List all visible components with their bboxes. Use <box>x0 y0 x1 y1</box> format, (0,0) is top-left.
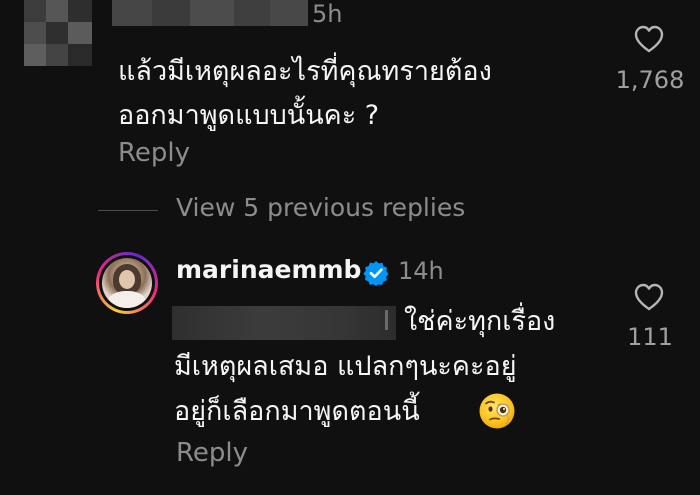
redacted-username[interactable] <box>112 0 308 26</box>
thread-divider-line <box>98 210 158 211</box>
reply-text-line-1: ใช่ค่ะทุกเรื่อง <box>404 306 556 337</box>
reply-username[interactable]: marinaemmb <box>176 255 361 284</box>
reply-text-line-2: มีเหตุผลเสมอ แปลกๆนะคะอยู่ <box>174 351 517 382</box>
face-with-monocle-emoji <box>478 392 516 430</box>
comment-like-count: 1,768 <box>615 66 685 94</box>
reply-like-count: 111 <box>627 323 673 351</box>
reply-avatar[interactable] <box>96 252 158 314</box>
comment-text-line-2: ออกมาพูดแบบนั้นคะ ? <box>118 100 380 131</box>
profile-photo <box>102 258 152 308</box>
reply-reply-button[interactable]: Reply <box>176 438 248 468</box>
heart-outline-icon[interactable] <box>634 283 664 311</box>
comment-timestamp: 5h <box>312 0 343 28</box>
redacted-avatar[interactable] <box>24 0 92 66</box>
heart-outline-icon[interactable] <box>634 25 664 53</box>
reply-timestamp: 14h <box>398 257 444 285</box>
comment-text-line-1: แล้วมีเหตุผลอะไรที่คุณทรายต้อง <box>118 56 492 87</box>
view-previous-replies-button[interactable]: View 5 previous replies <box>176 193 465 222</box>
reply-text-line-3: อยู่ก็เลือกมาพูดตอนนี้ <box>174 396 420 427</box>
comment-reply-button[interactable]: Reply <box>118 138 190 168</box>
verified-badge-icon <box>363 260 389 286</box>
redacted-mention[interactable] <box>172 306 396 340</box>
